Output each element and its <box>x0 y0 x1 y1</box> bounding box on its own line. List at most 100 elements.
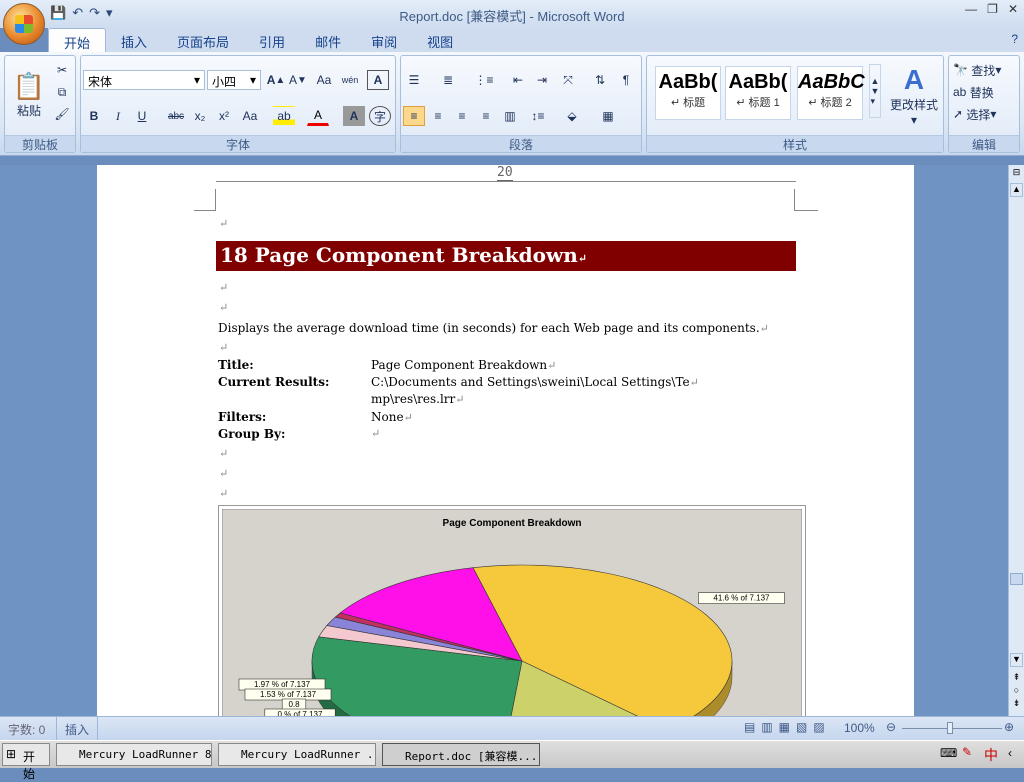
change-styles-button[interactable]: A 更改样式 ▾ <box>885 60 943 130</box>
paragraph-mark: ↵ <box>219 217 229 230</box>
styles-group: AaBb( ↵ 标题 AaBb( ↵ 标题 1 AaBbC ↵ 标题 2 ▲ ▼ ▾… <box>646 55 944 153</box>
change-case-icon[interactable]: Aa <box>239 106 261 126</box>
grow-font-icon[interactable]: A ▲ <box>265 70 287 90</box>
word-count[interactable]: 字数: 0 <box>8 721 45 738</box>
style-heading-1[interactable]: AaBb( ↵ 标题 1 <box>725 66 791 120</box>
character-shading-icon[interactable]: A <box>343 106 365 126</box>
copy-icon[interactable]: ⧉ <box>51 82 73 102</box>
chevron-left-icon[interactable]: ‹ <box>1008 746 1012 760</box>
tab-home[interactable]: 开始 <box>48 28 107 52</box>
clipboard-group: 📋 粘贴 ✂ ⧉ 🖌 剪贴板 <box>4 55 76 153</box>
font-color-icon[interactable]: A <box>307 106 329 126</box>
find-button[interactable]: 🔭 查找 ▾ <box>953 60 1001 80</box>
replace-button[interactable]: ab 替换 <box>953 82 994 102</box>
chevron-down-icon: ▾ <box>193 73 200 87</box>
taskbar-item-loadrunner-2[interactable]: Mercury LoadRunner ... <box>218 743 376 766</box>
italic-icon[interactable]: I <box>107 106 129 126</box>
insert-mode[interactable]: 插入 <box>56 717 99 740</box>
section-heading[interactable]: 18 Page Component Breakdown↵ <box>216 241 796 271</box>
document-page[interactable]: 20 ↵ 18 Page Component Breakdown↵ ↵ ↵ Di… <box>97 165 914 725</box>
align-right-icon[interactable]: ≡ <box>451 106 473 126</box>
scroll-down-button[interactable]: ▼ <box>1010 653 1023 667</box>
multilevel-list-icon[interactable]: ⋮≡ <box>473 70 495 90</box>
enclose-characters-icon[interactable]: 字 <box>369 106 391 126</box>
font-group: 宋体 ▾ 小四 ▾ A ▲ A ▼ Aa wén A B I U abc x₂ x² A… <box>80 55 396 153</box>
clear-format-icon[interactable]: Aa <box>313 70 335 90</box>
replace-icon: ab <box>953 85 967 99</box>
paste-button[interactable]: 📋 粘贴 <box>9 60 49 130</box>
cut-icon[interactable]: ✂ <box>51 60 73 80</box>
shading-icon[interactable]: ⬙ <box>561 106 583 126</box>
bullets-icon[interactable]: ☰ <box>403 70 425 90</box>
format-painter-icon[interactable]: 🖌 <box>51 104 73 124</box>
taskbar-item-report[interactable]: Report.doc [兼容模... <box>382 743 540 766</box>
decrease-indent-icon[interactable]: ⇤ <box>507 70 529 90</box>
chart-frame[interactable]: Page Component Breakdown 41.6 % of 7.137… <box>218 505 806 725</box>
justify-icon[interactable]: ≡ <box>475 106 497 126</box>
subscript-icon[interactable]: x₂ <box>189 106 211 126</box>
description-text[interactable]: Displays the average download time (in s… <box>218 321 769 335</box>
align-center-icon[interactable]: ≡ <box>427 106 449 126</box>
select-button[interactable]: ➚ 选择 ▾ <box>953 104 996 124</box>
binoculars-icon: 🔭 <box>953 63 968 77</box>
tab-mailings[interactable]: 邮件 <box>300 28 356 52</box>
cursor-icon: ➚ <box>953 107 964 121</box>
font-name-select[interactable]: 宋体 ▾ <box>83 70 205 90</box>
close-button[interactable]: ✕ <box>1008 2 1018 16</box>
bold-icon[interactable]: B <box>83 106 105 126</box>
align-left-icon[interactable]: ≡ <box>403 106 425 126</box>
scroll-up-button[interactable]: ▲ <box>1010 183 1023 197</box>
superscript-icon[interactable]: x² <box>213 106 235 126</box>
pinyin-guide-icon[interactable]: wén <box>339 70 361 90</box>
ribbon-tabs: 开始 插入 页面布局 引用 邮件 审阅 视图 <box>48 28 1024 52</box>
borders-icon[interactable]: ▦ <box>597 106 619 126</box>
field-value-filters[interactable]: None↵ <box>371 410 413 424</box>
taskbar-item-loadrunner-1[interactable]: Mercury LoadRunner 8.1 <box>56 743 212 766</box>
vertical-scrollbar[interactable]: ⊟ ▲ ▼ ⇞ ○ ⇟ <box>1008 165 1024 716</box>
numbering-icon[interactable]: ≣ <box>437 70 459 90</box>
zoom-in-icon[interactable]: ⊕ <box>1004 720 1014 734</box>
office-button[interactable] <box>3 3 45 45</box>
tab-references[interactable]: 引用 <box>244 28 300 52</box>
view-buttons[interactable]: ▤▥▦▧▨ <box>744 720 831 734</box>
browse-buttons[interactable]: ⇞ ○ ⇟ <box>1010 671 1023 710</box>
line-spacing-icon[interactable]: ↕≡ <box>527 106 549 126</box>
distribute-icon[interactable]: ▥ <box>499 106 521 126</box>
field-value-title[interactable]: Page Component Breakdown↵ <box>371 358 556 372</box>
zoom-level[interactable]: 100% <box>844 721 875 735</box>
zoom-slider-thumb[interactable] <box>947 722 953 734</box>
paragraph-mark: ↵ <box>219 281 229 294</box>
pie-label: 1.97 % of 7.137 <box>238 678 326 691</box>
underline-icon[interactable]: U <box>131 106 153 126</box>
styles-gallery-scroll[interactable]: ▲ ▼ ▾ <box>869 64 881 118</box>
editing-group: 🔭 查找 ▾ ab 替换 ➚ 选择 ▾ 编辑 <box>948 55 1020 153</box>
help-icon[interactable]: ? <box>1011 32 1018 46</box>
shrink-font-icon[interactable]: A ▼ <box>287 70 309 90</box>
increase-indent-icon[interactable]: ⇥ <box>531 70 553 90</box>
keyboard-icon[interactable]: ⌨ <box>940 746 957 760</box>
chart-title: Page Component Breakdown <box>443 518 582 529</box>
ime-icon[interactable]: ✎ <box>962 745 972 759</box>
tab-insert[interactable]: 插入 <box>106 28 162 52</box>
zoom-out-icon[interactable]: ⊖ <box>886 720 896 734</box>
style-heading[interactable]: AaBb( ↵ 标题 <box>655 66 721 120</box>
maximize-button[interactable]: ❐ <box>987 2 998 16</box>
strikethrough-icon[interactable]: abc <box>165 106 187 126</box>
scroll-thumb[interactable] <box>1010 573 1023 585</box>
tab-view[interactable]: 视图 <box>412 28 468 52</box>
ime-mode[interactable]: 中 <box>984 745 998 765</box>
highlight-icon[interactable]: ab <box>273 106 295 126</box>
minimize-button[interactable]: — <box>965 2 977 16</box>
show-marks-icon[interactable]: ¶ <box>615 70 637 90</box>
pie-chart: Page Component Breakdown 41.6 % of 7.137… <box>221 508 803 724</box>
style-heading-2[interactable]: AaBbC ↵ 标题 2 <box>797 66 865 120</box>
chinese-layout-icon[interactable]: ⤧ <box>557 70 579 90</box>
field-value-results-cont[interactable]: mp\res\res.lrr↵ <box>371 392 464 406</box>
field-value-results[interactable]: C:\Documents and Settings\sweini\Local S… <box>371 375 699 389</box>
sort-icon[interactable]: ⇅ <box>589 70 611 90</box>
character-border-icon[interactable]: A <box>367 70 389 90</box>
tab-review[interactable]: 审阅 <box>356 28 412 52</box>
font-size-select[interactable]: 小四 ▾ <box>207 70 261 90</box>
tab-page-layout[interactable]: 页面布局 <box>162 28 244 52</box>
ruler-toggle-icon[interactable]: ⊟ <box>1010 167 1023 180</box>
